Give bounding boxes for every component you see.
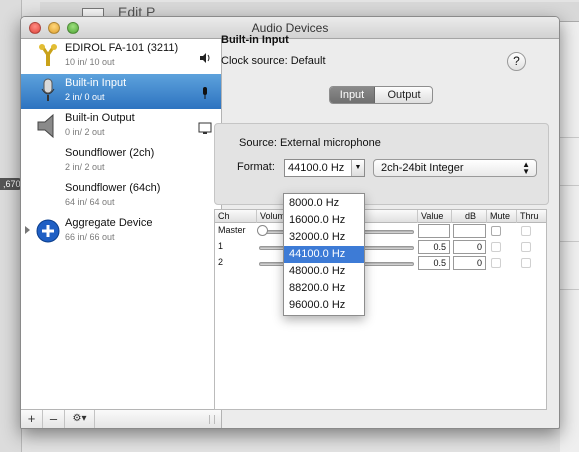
device-io: 10 in/ 10 out: [65, 57, 115, 67]
gear-menu-button[interactable]: ⚙▾: [65, 410, 95, 428]
dropdown-arrow-icon: ▼: [351, 160, 364, 176]
tab-output[interactable]: Output: [376, 87, 432, 103]
format-label: Format:: [237, 161, 275, 173]
mute-checkbox[interactable]: [491, 226, 501, 236]
aggregate-plus-icon: [36, 219, 60, 243]
input-output-tabs: Input Output: [329, 86, 433, 104]
channel-table: Ch Volume Value dB Mute Thru Master 1 0.…: [214, 209, 547, 410]
menu-item-8000[interactable]: 8000.0 Hz: [284, 195, 364, 212]
disclosure-triangle-icon[interactable]: [25, 226, 30, 234]
menu-item-16000[interactable]: 16000.0 Hz: [284, 212, 364, 229]
menu-item-48000[interactable]: 48000.0 Hz: [284, 263, 364, 280]
header-db: dB: [452, 210, 487, 223]
device-row-aggregate[interactable]: Aggregate Device 66 in/ 66 out: [21, 214, 221, 249]
bit-format-value: 2ch-24bit Integer: [381, 162, 464, 174]
menu-item-96000[interactable]: 96000.0 Hz: [284, 297, 364, 314]
table-row-1: 1 0.5 0: [215, 240, 546, 255]
background-right-panel: [560, 22, 579, 452]
window-title: Audio Devices: [251, 21, 329, 35]
mute-checkbox[interactable]: [491, 258, 501, 268]
microphone-icon: [41, 78, 55, 101]
up-down-chevron-icon: ▲ ▼: [522, 160, 530, 176]
device-row-built-in-input[interactable]: Built-in Input 2 in/ 0 out: [21, 74, 221, 109]
clock-source: Clock source: Default: [221, 55, 326, 67]
remove-device-button[interactable]: –: [43, 410, 65, 428]
help-button[interactable]: ?: [507, 52, 526, 71]
sample-rate-menu: 8000.0 Hz 16000.0 Hz 32000.0 Hz 44100.0 …: [283, 193, 365, 316]
value-field[interactable]: 0.5: [418, 256, 450, 270]
device-row-soundflower-2ch[interactable]: Soundflower (2ch) 2 in/ 2 out: [21, 144, 221, 179]
sample-rate-select[interactable]: 44100.0 Hz ▼: [284, 159, 365, 177]
sample-rate-value: 44100.0 Hz: [288, 162, 345, 174]
device-name: Soundflower (2ch): [65, 147, 155, 159]
device-name: EDIROL FA-101 (3211): [65, 42, 179, 54]
value-field[interactable]: 0.5: [418, 240, 450, 254]
device-name: Built-in Input: [65, 77, 127, 89]
channel-label: 1: [218, 241, 224, 251]
mute-checkbox[interactable]: [491, 242, 501, 252]
slider-knob[interactable]: [257, 225, 268, 236]
device-io: 2 in/ 0 out: [65, 92, 105, 102]
device-name: Soundflower (64ch): [65, 182, 161, 194]
resize-grip-icon[interactable]: [209, 415, 215, 424]
header-thru: Thru: [520, 211, 539, 221]
menu-item-44100[interactable]: 44100.0 Hz: [284, 246, 364, 263]
table-row-2: 2 0.5 0: [215, 256, 546, 271]
channel-label: 2: [218, 257, 224, 267]
display-icon: [198, 122, 212, 134]
thru-checkbox[interactable]: [521, 226, 531, 236]
table-row-master: Master: [215, 224, 546, 239]
device-list: EDIROL FA-101 (3211) 10 in/ 10 out Built…: [21, 39, 222, 428]
speaker-device-icon: [37, 113, 54, 139]
db-field[interactable]: [453, 224, 486, 238]
header-ch: Ch: [215, 210, 257, 223]
bit-format-select[interactable]: 2ch-24bit Integer ▲ ▼: [373, 159, 537, 177]
db-field[interactable]: 0: [453, 240, 486, 254]
value-field[interactable]: [418, 224, 450, 238]
thru-checkbox[interactable]: [521, 258, 531, 268]
device-name: Built-in Output: [65, 112, 135, 124]
sidebar-toolbar: + – ⚙▾: [21, 409, 221, 428]
device-row-edirol[interactable]: EDIROL FA-101 (3211) 10 in/ 10 out: [21, 39, 221, 74]
device-io: 0 in/ 2 out: [65, 127, 105, 137]
speaker-icon: [200, 53, 210, 63]
titlebar: Audio Devices: [21, 17, 559, 39]
microphone-badge-icon: [203, 87, 207, 99]
channel-label: Master: [218, 225, 246, 235]
background-left-strip: [0, 0, 22, 452]
menu-item-32000[interactable]: 32000.0 Hz: [284, 229, 364, 246]
device-io: 64 in/ 64 out: [65, 197, 115, 207]
device-io: 66 in/ 66 out: [65, 232, 115, 242]
db-field[interactable]: 0: [453, 256, 486, 270]
device-title: Built-in Input: [221, 34, 289, 46]
device-row-built-in-output[interactable]: Built-in Output 0 in/ 2 out: [21, 109, 221, 144]
device-io: 2 in/ 2 out: [65, 162, 105, 172]
usb-audio-icon: [39, 44, 57, 66]
header-value: Value: [418, 210, 452, 223]
table-header: Ch Volume Value dB Mute Thru: [215, 210, 546, 223]
device-name: Aggregate Device: [65, 217, 153, 229]
menu-item-88200[interactable]: 88200.0 Hz: [284, 280, 364, 297]
tab-input[interactable]: Input: [330, 87, 375, 103]
source-label: Source: External microphone: [239, 137, 381, 149]
device-row-soundflower-64ch[interactable]: Soundflower (64ch) 64 in/ 64 out: [21, 179, 221, 214]
header-mute: Mute: [487, 210, 517, 223]
thru-checkbox[interactable]: [521, 242, 531, 252]
add-device-button[interactable]: +: [21, 410, 43, 428]
